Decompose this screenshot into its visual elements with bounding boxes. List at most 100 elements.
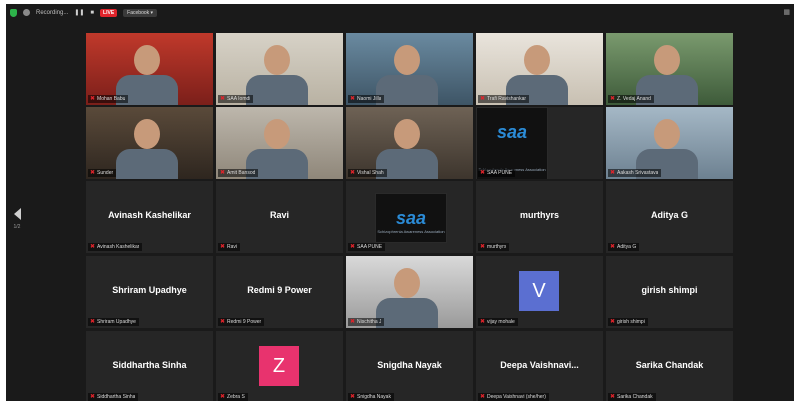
participant-tile[interactable]: Shriram Upadhye ✖ Shriram Upadhye [86,256,213,328]
previous-page-button[interactable]: 1/2 [12,208,22,230]
participant-name-label: ✖ Deepa Vaishnavi (she/her) [478,393,549,401]
mic-muted-icon: ✖ [90,96,96,102]
participant-tile[interactable]: girish shimpi ✖ girish shimpi [606,256,733,328]
participant-display-name: Snigdha Nayak [377,360,442,370]
participant-name: Redmi 9 Power [227,319,262,325]
participant-name: Aakash Srivastava [617,170,659,176]
participant-face [394,268,420,298]
participant-name: Sarika Chandak [617,394,653,400]
participant-tile[interactable]: Avinash Kashelikar ✖ Avinash Kashelikar [86,181,213,253]
mic-muted-icon: ✖ [610,394,616,400]
participant-tile[interactable]: Snigdha Nayak ✖ Snigdha Nayak [346,331,473,401]
pause-recording-icon[interactable]: ❚❚ [74,9,84,16]
participant-name-label: ✖ Vishal Shah [348,169,387,177]
mic-muted-icon: ✖ [90,394,96,400]
participant-tile[interactable]: ✖ Amit Bansod [216,107,343,179]
participant-name-label: ✖ Z. Vedaj Anand [608,95,654,103]
participant-tile[interactable]: ✖ Trafi Ravishankar [476,33,603,105]
logo-mark: saa [395,208,427,228]
meeting-topbar: Recording... ❚❚ ■ LIVE Facebook ▾ [6,4,794,21]
mic-muted-icon: ✖ [350,244,356,250]
mic-muted-icon: ✖ [480,394,486,400]
participant-name-label: ✖ SAA Iomdi [218,95,254,103]
participant-tile[interactable]: ✖ SAA Iomdi [216,33,343,105]
participant-name: Nischitha J [357,319,382,325]
participant-display-name: Avinash Kashelikar [108,210,191,220]
participant-face [394,119,420,149]
participant-display-name: Shriram Upadhye [112,285,187,295]
mic-muted-icon: ✖ [90,244,96,250]
stream-target-dropdown[interactable]: Facebook ▾ [123,8,158,17]
participant-face [654,45,680,75]
participant-name: Mohan Babu [97,96,126,102]
participant-tile[interactable]: V ✖ vijay mohale [476,256,603,328]
participant-name-label: ✖ girish shimpi [608,318,648,326]
security-shield-icon[interactable] [10,8,17,17]
participant-body [246,75,308,105]
participant-tile[interactable]: saaSchizophrenia Awareness Association✖S… [476,107,603,179]
participant-face [264,45,290,75]
saa-logo: saaSchizophrenia Awareness Association [375,193,447,243]
zoom-meeting-window: Recording... ❚❚ ■ LIVE Facebook ▾ ▦ 1/2 … [6,4,794,401]
participant-display-name: murthyrs [519,210,559,220]
participant-name-label: ✖ Zebra S [218,393,248,401]
participant-tile[interactable]: Aditya G ✖ Aditya G [606,181,733,253]
participant-name-label: ✖ Trafi Ravishankar [478,95,530,103]
participant-display-name: girish shimpi [641,285,698,295]
participant-body [376,298,438,328]
participant-name-label: ✖ Nischitha J [348,318,385,326]
participant-name: Ravi [227,244,238,250]
participant-face [394,45,420,75]
participant-tile[interactable]: Redmi 9 Power ✖ Redmi 9 Power [216,256,343,328]
participant-tile[interactable]: Deepa Vaishnavi... ✖ Deepa Vaishnavi (she/… [476,331,603,401]
participant-name: Amit Bansod [227,170,256,176]
recording-indicator-icon [23,9,30,16]
participant-tile[interactable]: ✖ Aakash Srivastava [606,107,733,179]
page-indicator: 1/2 [13,224,21,230]
participant-face [134,119,160,149]
participant-name: SAA PUNE [357,244,383,250]
participant-tile[interactable]: Siddhartha Sinha ✖ Siddhartha Sinha [86,331,213,401]
participant-tile[interactable]: ✖ Vishal Shah [346,107,473,179]
mic-muted-icon: ✖ [610,319,616,325]
participant-tile[interactable]: Z ✖ Zebra S [216,331,343,401]
participant-name-label: ✖ SAA PUNE [478,169,516,177]
participant-tile[interactable]: murthyrs ✖ murthyrs [476,181,603,253]
participant-face [134,45,160,75]
participant-name: Z. Vedaj Anand [617,96,651,102]
participant-name: SAA PUNE [487,170,513,176]
mic-muted-icon: ✖ [220,96,226,102]
mic-muted-icon: ✖ [480,319,486,325]
participant-name-label: ✖ Amit Bansod [218,169,259,177]
mic-muted-icon: ✖ [610,244,616,250]
stop-recording-icon[interactable]: ■ [90,10,94,16]
gallery-view-icon[interactable]: ▦ [783,8,790,16]
participant-tile[interactable]: ✖ Nischitha J [346,256,473,328]
participant-name-label: ✖ Sunder [88,169,117,177]
participant-name: vijay mohale [487,319,515,325]
participant-tile[interactable]: ✖ Sunder [86,107,213,179]
participant-name: Sunder [97,170,114,176]
participant-tile[interactable]: ✖ Naomi Jilla [346,33,473,105]
participant-name: murthyrs [487,244,507,250]
participant-name: SAA Iomdi [227,96,251,102]
participant-tile[interactable]: saaSchizophrenia Awareness Association✖S… [346,181,473,253]
participant-name-label: ✖ Mohan Babu [88,95,129,103]
participant-tile[interactable]: Sarika Chandak ✖ Sarika Chandak [606,331,733,401]
participant-name-label: ✖ Avinash Kashelikar [88,243,143,251]
participant-display-name: Deepa Vaishnavi... [500,360,579,370]
participant-name-label: ✖ Snigdha Nayak [348,393,394,401]
mic-muted-icon: ✖ [350,170,356,176]
participant-tile[interactable]: Ravi ✖ Ravi [216,181,343,253]
participant-tile[interactable]: ✖ Mohan Babu [86,33,213,105]
participant-name: Naomi Jilla [357,96,382,102]
logo-tagline: Schizophrenia Awareness Association [377,229,445,234]
participant-name-label: ✖ Aditya G [608,243,640,251]
participant-name-label: ✖ SAA PUNE [348,243,386,251]
mic-muted-icon: ✖ [610,96,616,102]
participant-tile[interactable]: ✖ Z. Vedaj Anand [606,33,733,105]
participant-name-label: ✖ Siddhartha Sinha [88,393,139,401]
recording-status: Recording... [36,9,69,16]
participant-name: Trafi Ravishankar [487,96,527,102]
participant-body [376,75,438,105]
